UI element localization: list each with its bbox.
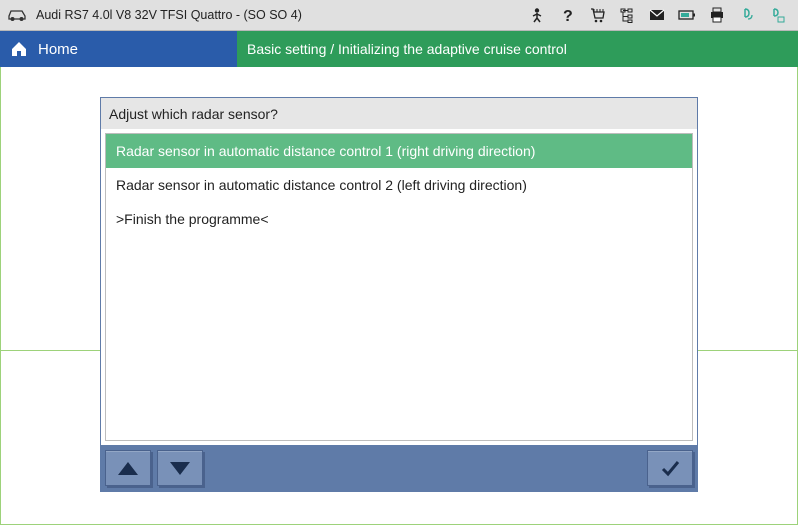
dialog-footer [101, 445, 697, 491]
svg-text:?: ? [563, 8, 573, 23]
dialog-panel: Adjust which radar sensor? Radar sensor … [100, 97, 698, 492]
scroll-down-button[interactable] [157, 450, 203, 486]
breadcrumb-text: Basic setting / Initializing the adaptiv… [247, 41, 567, 57]
print-icon[interactable] [702, 0, 732, 31]
tree-icon[interactable] [612, 0, 642, 31]
cart-icon[interactable] [582, 0, 612, 31]
sound-settings-icon[interactable] [762, 0, 792, 31]
help-icon[interactable]: ? [552, 0, 582, 31]
check-icon [659, 457, 681, 479]
option-finish[interactable]: >Finish the programme< [106, 202, 692, 236]
home-icon [10, 40, 28, 58]
scroll-up-button[interactable] [105, 450, 151, 486]
sound-on-icon[interactable] [732, 0, 762, 31]
home-button[interactable]: Home [0, 31, 237, 67]
confirm-button[interactable] [647, 450, 693, 486]
person-icon[interactable] [522, 0, 552, 31]
battery-icon[interactable] [672, 0, 702, 31]
vehicle-title: Audi RS7 4.0l V8 32V TFSI Quattro - (SO … [36, 8, 522, 22]
toolbar-icons: ? [522, 0, 792, 31]
dialog-question: Adjust which radar sensor? [101, 98, 697, 129]
car-icon [6, 8, 28, 22]
workspace: Adjust which radar sensor? Radar sensor … [0, 67, 798, 525]
mail-icon[interactable] [642, 0, 672, 31]
topbar: Audi RS7 4.0l V8 32V TFSI Quattro - (SO … [0, 0, 798, 31]
header-row: Home Basic setting / Initializing the ad… [0, 31, 798, 67]
arrow-down-icon [170, 462, 190, 475]
option-radar-1[interactable]: Radar sensor in automatic distance contr… [106, 134, 692, 168]
breadcrumb: Basic setting / Initializing the adaptiv… [237, 31, 798, 67]
arrow-up-icon [118, 462, 138, 475]
option-radar-2[interactable]: Radar sensor in automatic distance contr… [106, 168, 692, 202]
option-list: Radar sensor in automatic distance contr… [105, 133, 693, 441]
home-label: Home [38, 41, 78, 58]
